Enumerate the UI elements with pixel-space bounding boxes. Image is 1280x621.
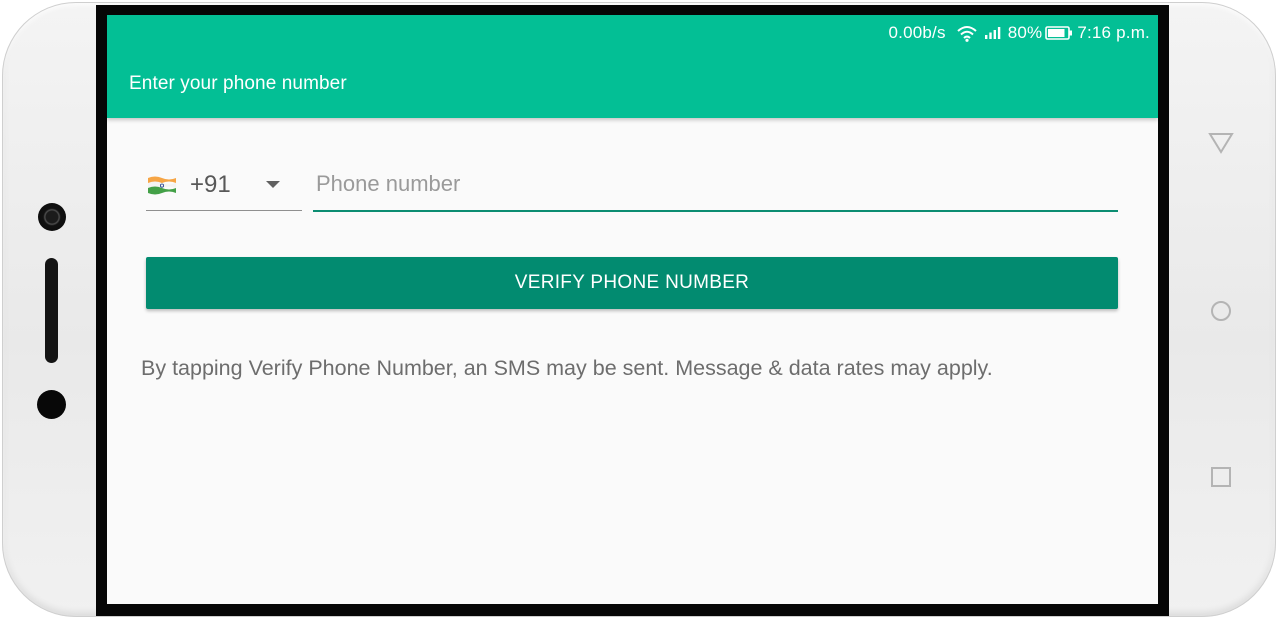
status-time: 7:16 p.m. (1077, 23, 1150, 42)
sms-disclaimer-text: By tapping Verify Phone Number, an SMS m… (141, 356, 993, 380)
country-code: +91 (190, 170, 231, 198)
verify-phone-number-button[interactable]: VERIFY PHONE NUMBER (146, 257, 1118, 309)
nav-recent-apps-button[interactable] (1205, 461, 1237, 493)
nav-back-button[interactable] (1205, 127, 1237, 159)
earpiece-speaker (45, 258, 58, 363)
country-code-picker[interactable]: +91 (146, 165, 302, 211)
app-screen: 0.00b/s 80% 7:16 p.m. Enter your phone n… (107, 15, 1158, 604)
phone-number-field (313, 165, 1118, 212)
battery-percent: 80% (1007, 23, 1043, 42)
phone-number-input[interactable] (313, 165, 1118, 203)
wifi-icon (956, 25, 978, 42)
arrow-drop-down-icon (266, 181, 280, 188)
page-title: Enter your phone number (129, 73, 347, 94)
cellular-signal-icon (984, 26, 1002, 40)
nav-recent-apps-icon (1211, 467, 1231, 487)
nav-home-icon (1211, 301, 1231, 321)
proximity-sensor (37, 390, 66, 419)
front-camera (38, 203, 66, 231)
app-bar: 0.00b/s 80% 7:16 p.m. Enter your phone n… (107, 15, 1158, 118)
network-speed: 0.00b/s (888, 23, 946, 42)
nav-back-icon (1208, 133, 1234, 154)
status-bar: 0.00b/s 80% 7:16 p.m. (889, 22, 1150, 44)
nav-home-button[interactable] (1205, 295, 1237, 327)
battery-icon (1045, 26, 1073, 40)
india-flag-icon (148, 176, 176, 194)
